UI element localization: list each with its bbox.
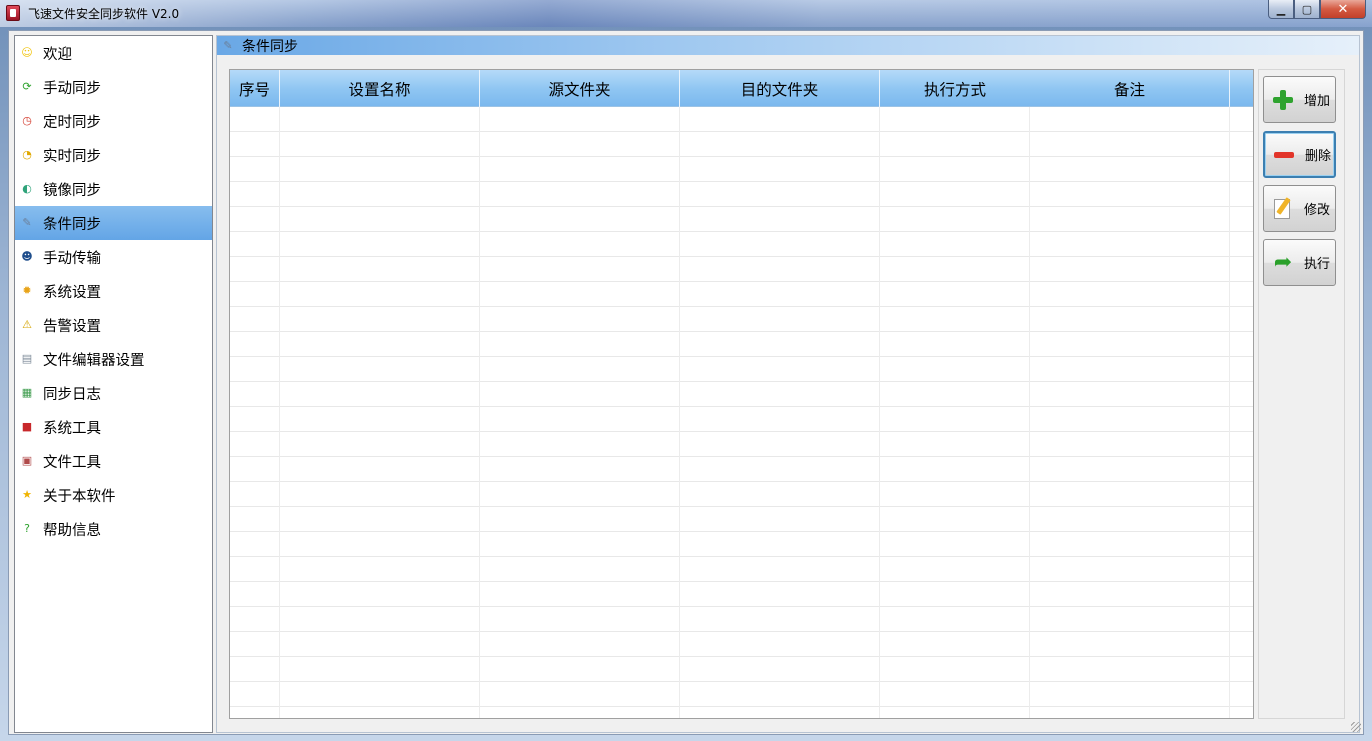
execute-button[interactable]: ➦ 执行	[1263, 239, 1336, 286]
edit-button[interactable]: 修改	[1263, 185, 1336, 232]
column-divider	[879, 107, 880, 718]
action-bar: 增加 删除 修改 ➦ 执行	[1258, 69, 1345, 719]
document-pen-icon: ✎	[22, 216, 32, 229]
sidebar-item-label: 定时同步	[43, 114, 101, 131]
column-divider	[279, 107, 280, 718]
sidebar-item[interactable]: ⟳ 手动同步	[15, 70, 212, 104]
file-editor-icon: ▤	[21, 352, 33, 365]
maximize-button[interactable]: ▢	[1294, 0, 1320, 19]
sidebar-item[interactable]: ▤ 文件编辑器设置	[15, 342, 212, 376]
sidebar-item-label: 实时同步	[43, 148, 101, 165]
title-bar[interactable]: 飞速文件安全同步软件 V2.0 ▁ ▢ ✕	[0, 0, 1372, 27]
sidebar-item-label: 欢迎	[43, 46, 72, 63]
sidebar-item-label: 系统设置	[43, 284, 101, 301]
minimize-button[interactable]: ▁	[1268, 0, 1294, 19]
sidebar-item[interactable]: ★ 关于本软件	[15, 478, 212, 512]
column-header[interactable]: 备注	[1030, 70, 1230, 107]
mirror-icon: ◐	[22, 182, 32, 195]
gear-icon: ✹	[22, 284, 32, 297]
app-icon	[6, 5, 20, 21]
minus-icon	[1273, 144, 1295, 166]
user-icon: ☻	[21, 250, 33, 263]
alarm-clock-icon: ◷	[22, 114, 32, 127]
help-icon: ?	[24, 522, 30, 535]
smiley-icon: ☺	[21, 46, 33, 59]
sidebar-item[interactable]: ◐ 镜像同步	[15, 172, 212, 206]
sidebar-item[interactable]: ⚠ 告警设置	[15, 308, 212, 342]
sidebar-item[interactable]: ☻ 手动传输	[15, 240, 212, 274]
edit-note-icon	[1274, 198, 1290, 219]
clock-icon: ◔	[22, 148, 32, 161]
sidebar-item-label: 文件工具	[43, 454, 101, 471]
column-divider	[679, 107, 680, 718]
document-pen-icon: ✎	[223, 38, 233, 52]
column-header[interactable]: 执行方式	[880, 70, 1030, 107]
panel-title: 条件同步	[242, 38, 298, 55]
sidebar-item-label: 告警设置	[43, 318, 101, 335]
sidebar-item[interactable]: ◔ 实时同步	[15, 138, 212, 172]
close-button[interactable]: ✕	[1320, 0, 1366, 19]
file-tool-icon: ▣	[21, 454, 33, 467]
sidebar-item[interactable]: ■ 系统工具	[15, 410, 212, 444]
column-divider	[479, 107, 480, 718]
sidebar-item[interactable]: ▦ 同步日志	[15, 376, 212, 410]
main-window: ☺ 欢迎 ⟳ 手动同步 ◷ 定时同步 ◔ 实时同步 ◐ 镜像同步 ✎ 条件同步 ☻ 手动传输 ✹ 系统设置 ⚠ 告…	[8, 30, 1364, 735]
sidebar-item-label: 同步日志	[43, 386, 101, 403]
sidebar-item[interactable]: ☺ 欢迎	[15, 36, 212, 70]
column-header[interactable]: 源文件夹	[480, 70, 680, 107]
sidebar-item-label: 系统工具	[43, 420, 101, 437]
column-divider	[1029, 107, 1030, 718]
sidebar-item-label: 镜像同步	[43, 182, 101, 199]
add-button[interactable]: 增加	[1263, 76, 1336, 123]
toolbox-icon: ■	[21, 420, 33, 433]
window-controls: ▁ ▢ ✕	[1268, 0, 1366, 19]
edit-button-label: 修改	[1304, 203, 1331, 218]
column-header[interactable]: 目的文件夹	[680, 70, 880, 107]
warning-icon: ⚠	[22, 318, 32, 331]
sidebar-item[interactable]: ◷ 定时同步	[15, 104, 212, 138]
column-divider	[1229, 107, 1230, 718]
add-button-label: 增加	[1304, 94, 1331, 109]
sidebar-nav: ☺ 欢迎 ⟳ 手动同步 ◷ 定时同步 ◔ 实时同步 ◐ 镜像同步 ✎ 条件同步 ☻ 手动传输 ✹ 系统设置 ⚠ 告…	[14, 35, 213, 733]
sidebar-item[interactable]: ? 帮助信息	[15, 512, 212, 546]
column-header[interactable]: 设置名称	[280, 70, 480, 107]
content-panel: ✎ 条件同步 序号 设置名称 源文件夹 目的文件夹 执行方式 备注 增加 删除 修改 ➦ …	[216, 35, 1360, 733]
sidebar-item-label: 帮助信息	[43, 522, 101, 539]
sidebar-item-label: 手动同步	[43, 80, 101, 97]
delete-button-label: 删除	[1305, 149, 1332, 164]
sidebar-item[interactable]: ✎ 条件同步	[15, 206, 212, 240]
sidebar-item-label: 条件同步	[43, 216, 101, 233]
sync-table[interactable]: 序号 设置名称 源文件夹 目的文件夹 执行方式 备注	[229, 69, 1254, 719]
sidebar-item[interactable]: ▣ 文件工具	[15, 444, 212, 478]
sidebar-item-label: 关于本软件	[43, 488, 116, 505]
sync-arrows-icon: ⟳	[22, 80, 32, 93]
execute-button-label: 执行	[1304, 257, 1331, 272]
sidebar-item-label: 文件编辑器设置	[43, 352, 145, 369]
folder-star-icon: ★	[22, 488, 32, 501]
plus-icon	[1272, 89, 1294, 111]
forward-arrow-icon: ➦	[1273, 249, 1293, 275]
sidebar-item-label: 手动传输	[43, 250, 101, 267]
panel-header: ✎ 条件同步	[217, 36, 1359, 55]
table-header: 序号 设置名称 源文件夹 目的文件夹 执行方式 备注	[230, 70, 1253, 107]
resize-grip[interactable]	[1351, 722, 1361, 732]
column-header[interactable]: 序号	[230, 70, 280, 107]
sidebar-item[interactable]: ✹ 系统设置	[15, 274, 212, 308]
window-title: 飞速文件安全同步软件 V2.0	[28, 7, 180, 21]
log-icon: ▦	[21, 386, 33, 399]
delete-button[interactable]: 删除	[1263, 131, 1336, 178]
table-body[interactable]	[230, 107, 1253, 718]
